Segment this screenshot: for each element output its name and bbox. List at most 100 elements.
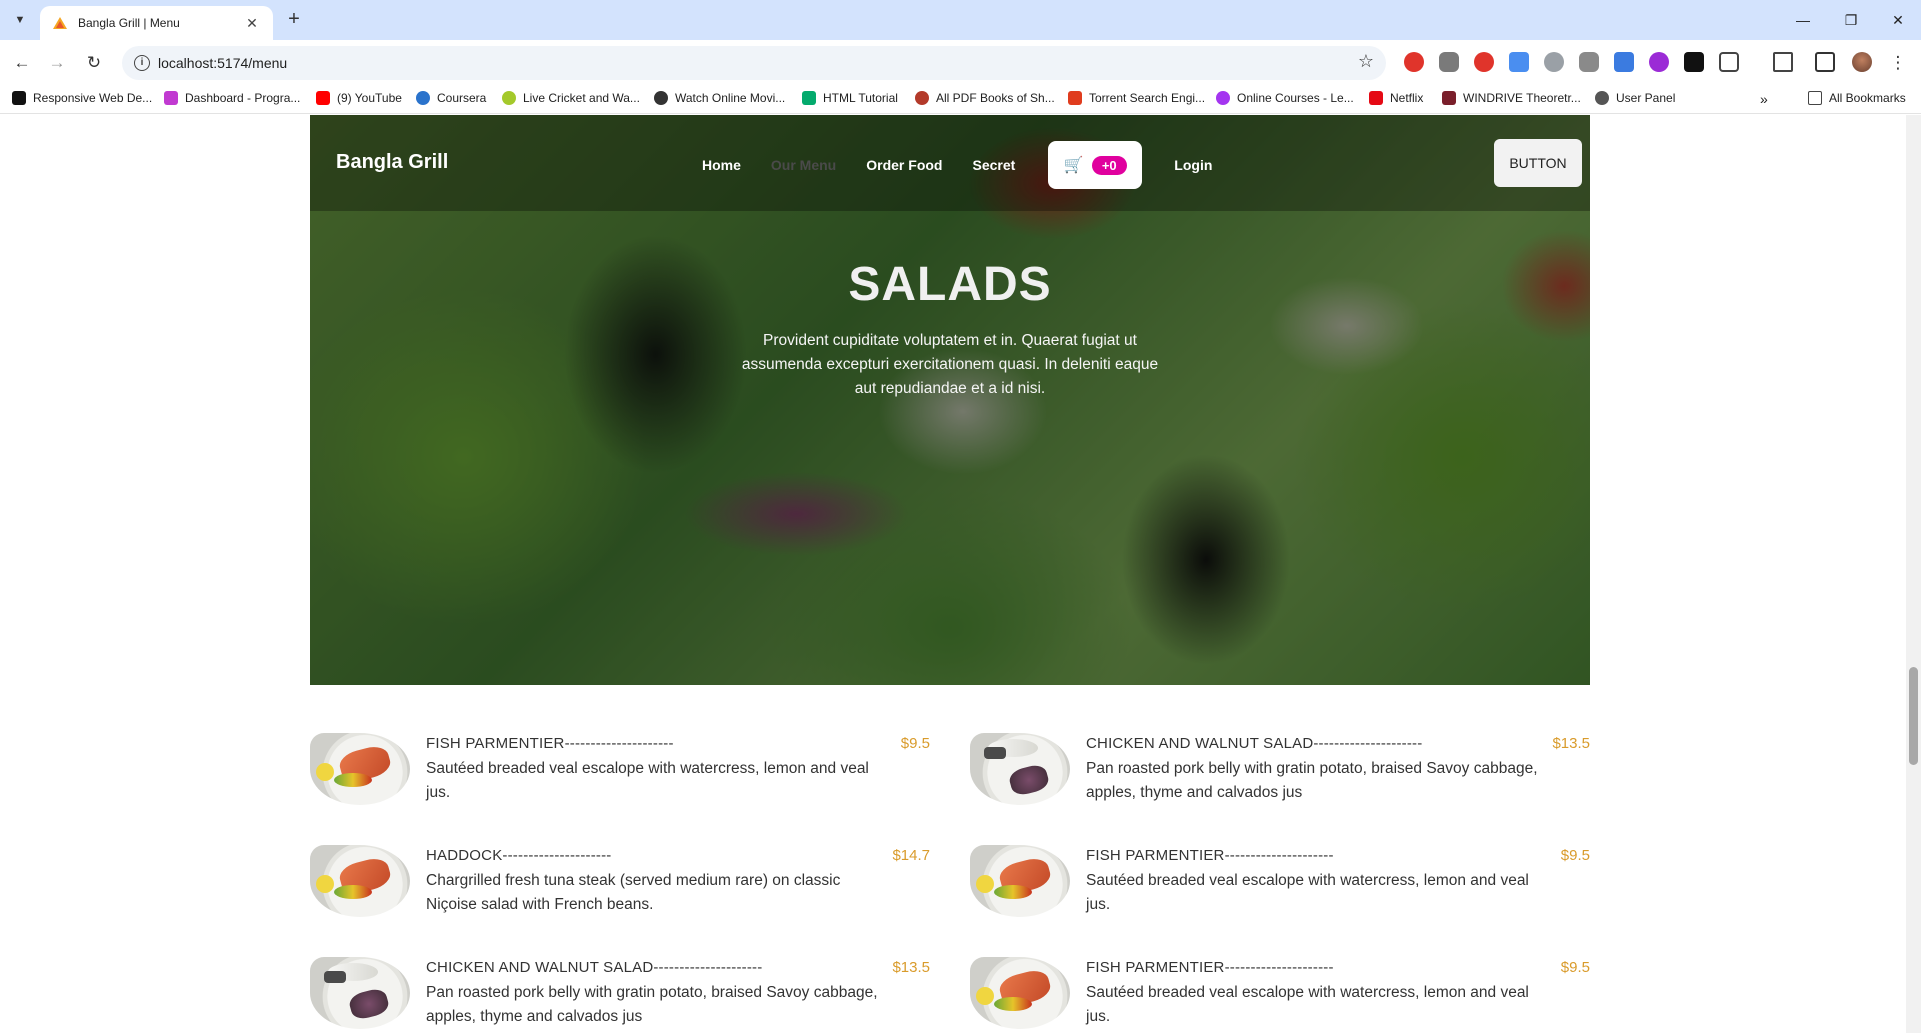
- bookmark-favicon-icon: [1068, 91, 1082, 105]
- bookmark-item[interactable]: Online Courses - Le...: [1216, 91, 1354, 105]
- close-window-button[interactable]: ✕: [1875, 0, 1921, 40]
- bookmark-label: (9) YouTube: [337, 91, 402, 105]
- extension-icon[interactable]: [1614, 52, 1634, 72]
- tab-title: Bangla Grill | Menu: [78, 16, 180, 30]
- extension-icon[interactable]: [1439, 52, 1459, 72]
- dish-description: Sautéed breaded veal escalope with water…: [426, 760, 869, 801]
- dish-price: $9.5: [1560, 959, 1590, 976]
- adblock-extension-icon[interactable]: [1404, 52, 1424, 72]
- restore-button[interactable]: ❐: [1828, 0, 1874, 40]
- tab-strip: ▼ Bangla Grill | Menu ✕ + — ❐ ✕: [0, 0, 1921, 40]
- profile-avatar[interactable]: [1852, 52, 1872, 72]
- nav-link-home[interactable]: Home: [702, 157, 741, 173]
- bookmark-item[interactable]: Live Cricket and Wa...: [502, 91, 640, 105]
- new-tab-button[interactable]: +: [282, 8, 306, 32]
- side-panel-icon[interactable]: [1815, 52, 1835, 72]
- bookmark-item[interactable]: Torrent Search Engi...: [1068, 91, 1205, 105]
- dish-image: [970, 957, 1070, 1029]
- coursera-icon: [416, 91, 430, 105]
- dish-description: Chargrilled fresh tuna steak (served med…: [426, 872, 841, 913]
- bookmark-item[interactable]: Watch Online Movi...: [654, 91, 785, 105]
- bookmark-item[interactable]: WINDRIVE Theoretr...: [1442, 91, 1581, 105]
- extension-icon[interactable]: [1684, 52, 1704, 72]
- bookmark-favicon-icon: [502, 91, 516, 105]
- menu-item: HADDOCK--------------------- $14.7 Charg…: [310, 845, 930, 925]
- active-tab[interactable]: Bangla Grill | Menu ✕: [40, 6, 273, 40]
- bookmark-label: Coursera: [437, 91, 487, 105]
- youtube-icon: [316, 91, 330, 105]
- dish-image: [310, 845, 410, 917]
- bookmark-label: Dashboard - Progra...: [185, 91, 301, 105]
- dish-price: $9.5: [900, 735, 930, 752]
- address-bar[interactable]: i localhost:5174/menu ☆: [122, 46, 1386, 80]
- dish-image: [310, 733, 410, 805]
- scrollbar-thumb[interactable]: [1909, 667, 1918, 765]
- dish-name: FISH PARMENTIER---------------------: [426, 735, 674, 752]
- nav-action-button[interactable]: BUTTON: [1494, 139, 1582, 187]
- bookmark-label: Watch Online Movi...: [675, 91, 786, 105]
- dish-price: $14.7: [892, 847, 930, 864]
- menu-item: CHICKEN AND WALNUT SALAD----------------…: [310, 957, 930, 1033]
- all-bookmarks-folder[interactable]: All Bookmarks: [1808, 91, 1906, 105]
- dish-description: Sautéed breaded veal escalope with water…: [1086, 872, 1529, 913]
- bookmark-favicon-icon: [915, 91, 929, 105]
- nav-links: Home Our Menu Order Food Secret 🛒 +0 Log…: [702, 141, 1242, 189]
- dish-description: Pan roasted pork belly with gratin potat…: [426, 984, 878, 1025]
- bookmark-star-icon[interactable]: ☆: [1358, 51, 1374, 72]
- bookmark-favicon-icon: [1216, 91, 1230, 105]
- menu-kebab-icon[interactable]: ⋮: [1886, 51, 1910, 75]
- bookmark-label: HTML Tutorial: [823, 91, 898, 105]
- bookmark-item[interactable]: (9) YouTube: [316, 91, 402, 105]
- back-button[interactable]: ←: [10, 51, 34, 75]
- page-title: SALADS: [848, 258, 1052, 311]
- dish-price: $13.5: [1552, 735, 1590, 752]
- folder-icon: [1808, 91, 1822, 105]
- dish-name: CHICKEN AND WALNUT SALAD----------------…: [426, 959, 763, 976]
- globe-icon: [1595, 91, 1609, 105]
- translate-extension-icon[interactable]: [1509, 52, 1529, 72]
- bookmark-label: WINDRIVE Theoretr...: [1463, 91, 1581, 105]
- bookmark-label: Netflix: [1390, 91, 1424, 105]
- dish-image: [310, 957, 410, 1029]
- extension-icon[interactable]: [1649, 52, 1669, 72]
- brand-logo[interactable]: Bangla Grill: [336, 151, 448, 174]
- puzzle-extensions-icon[interactable]: [1719, 52, 1739, 72]
- dish-name: FISH PARMENTIER---------------------: [1086, 959, 1334, 976]
- bookmark-item[interactable]: All PDF Books of Sh...: [915, 91, 1055, 105]
- tab-close-icon[interactable]: ✕: [243, 15, 261, 32]
- url-text[interactable]: localhost:5174/menu: [158, 55, 287, 71]
- dish-description: Sautéed breaded veal escalope with water…: [1086, 984, 1529, 1025]
- bookmark-label: Live Cricket and Wa...: [523, 91, 640, 105]
- globe-extension-icon[interactable]: [1544, 52, 1564, 72]
- reading-list-icon[interactable]: [1773, 52, 1793, 72]
- nav-link-our-menu[interactable]: Our Menu: [771, 157, 836, 173]
- minimize-button[interactable]: —: [1780, 0, 1826, 40]
- bookmark-item[interactable]: Dashboard - Progra...: [164, 91, 300, 105]
- nav-link-secret[interactable]: Secret: [972, 157, 1015, 173]
- page-scrollbar[interactable]: [1906, 115, 1921, 1033]
- nav-link-order-food[interactable]: Order Food: [866, 157, 942, 173]
- more-bookmarks-chevron-icon[interactable]: »: [1760, 91, 1768, 107]
- extension-icon[interactable]: [1579, 52, 1599, 72]
- bookmark-label: All PDF Books of Sh...: [936, 91, 1055, 105]
- dish-price: $13.5: [892, 959, 930, 976]
- bookmark-item[interactable]: HTML Tutorial: [802, 91, 898, 105]
- bookmark-item[interactable]: Responsive Web De...: [12, 91, 152, 105]
- dish-name: HADDOCK---------------------: [426, 847, 612, 864]
- bookmark-item[interactable]: User Panel: [1595, 91, 1675, 105]
- dish-description: Pan roasted pork belly with gratin potat…: [1086, 760, 1538, 801]
- reload-button[interactable]: ↻: [82, 51, 106, 75]
- site-info-icon[interactable]: i: [134, 55, 150, 71]
- bookmark-label: User Panel: [1616, 91, 1676, 105]
- bookmark-item[interactable]: Netflix: [1369, 91, 1423, 105]
- extension-badge-icon[interactable]: [1474, 52, 1494, 72]
- dish-name: CHICKEN AND WALNUT SALAD----------------…: [1086, 735, 1423, 752]
- menu-item: FISH PARMENTIER--------------------- $9.…: [970, 957, 1590, 1033]
- cart-button[interactable]: 🛒 +0: [1048, 141, 1143, 189]
- page-viewport: Bangla Grill Home Our Menu Order Food Se…: [0, 115, 1906, 1033]
- bookmark-item[interactable]: Coursera: [416, 91, 486, 105]
- tab-search-button[interactable]: ▼: [8, 8, 32, 32]
- forward-button[interactable]: →: [45, 51, 69, 75]
- nav-link-login[interactable]: Login: [1174, 157, 1212, 173]
- bookmark-label: Torrent Search Engi...: [1089, 91, 1206, 105]
